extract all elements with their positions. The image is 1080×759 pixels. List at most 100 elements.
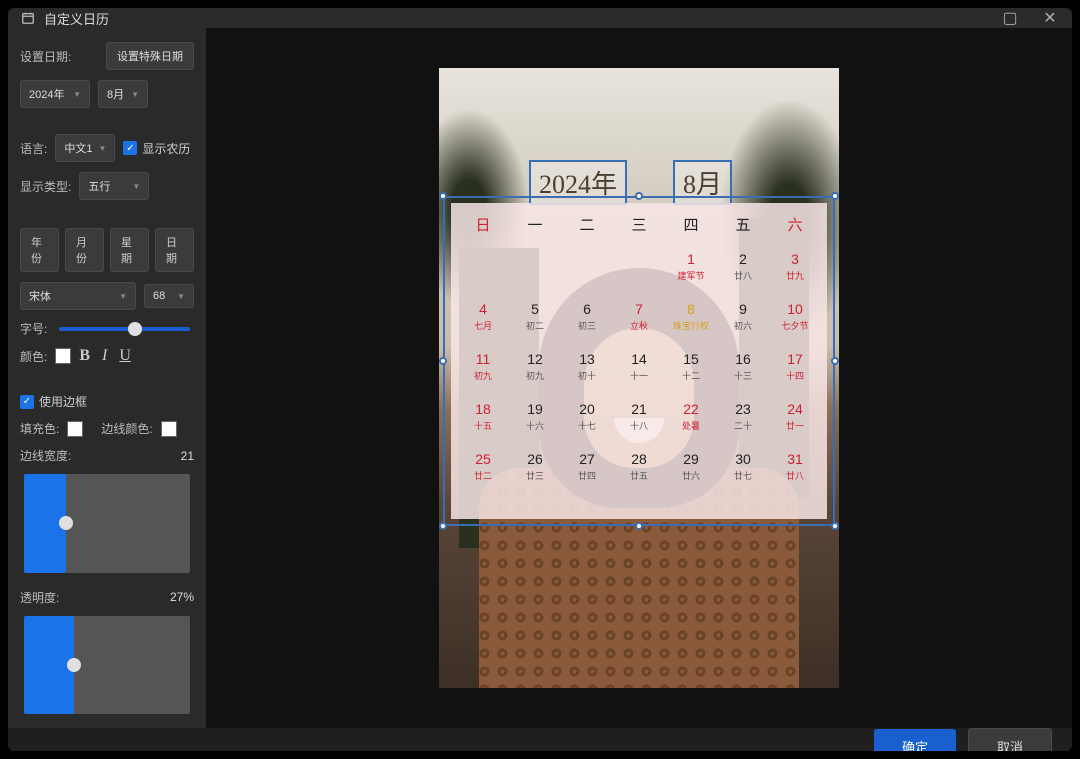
day-sub: 珠宝行权 xyxy=(673,319,709,332)
border-width-slider[interactable] xyxy=(24,474,190,573)
day-sub: 十四 xyxy=(786,369,804,382)
calendar-cell: 11 初九 xyxy=(457,341,509,391)
special-date-button[interactable]: 设置特殊日期 xyxy=(106,42,194,70)
app-window: 自定义日历 ▢ ✕ 设置日期: 设置特殊日期 2024年▼ 8月▼ 语言: 中文… xyxy=(8,8,1072,751)
chevron-down-icon: ▼ xyxy=(132,182,140,191)
month-select[interactable]: 8月▼ xyxy=(98,80,148,108)
day-sub: 廿二 xyxy=(474,469,492,482)
day-sub: 廿一 xyxy=(786,419,804,432)
calendar-cell: 21十八 xyxy=(613,391,665,441)
chevron-down-icon: ▼ xyxy=(73,90,81,99)
day-number: 19 xyxy=(527,401,543,417)
calendar-cell xyxy=(509,241,561,291)
display-type-select[interactable]: 五行▼ xyxy=(79,172,149,200)
resize-handle[interactable] xyxy=(439,357,447,365)
bold-button[interactable]: B xyxy=(79,347,90,365)
weekday-header: 四 xyxy=(665,208,717,241)
day-number: 29 xyxy=(683,451,699,467)
use-border-checkbox[interactable]: ✓使用边框 xyxy=(20,393,194,410)
fontsize-select[interactable]: 68▼ xyxy=(144,284,194,308)
fill-color-swatch[interactable] xyxy=(67,421,83,437)
opacity-value: 27% xyxy=(166,590,194,604)
resize-handle[interactable] xyxy=(439,192,447,200)
calendar-cell: 20 十七 xyxy=(561,391,613,441)
resize-handle[interactable] xyxy=(635,192,643,200)
calendar-cell: 26廿三 xyxy=(509,441,561,491)
border-width-label: 边线宽度: xyxy=(20,447,71,464)
day-number: 17 xyxy=(787,351,803,367)
maximize-icon[interactable]: ▢ xyxy=(1000,8,1020,28)
day-sub: 十六 xyxy=(526,419,544,432)
day-number: 6 xyxy=(583,301,591,317)
day-number: 4 xyxy=(479,301,487,317)
calendar-cell: 16十三 xyxy=(717,341,769,391)
font-color-swatch[interactable] xyxy=(55,348,71,364)
day-sub: 二十 xyxy=(734,419,752,432)
calendar-cell: 22处暑 xyxy=(665,391,717,441)
cancel-button[interactable]: 取消 xyxy=(968,728,1052,751)
day-number: 18 xyxy=(475,401,491,417)
day-number: 11 xyxy=(476,351,491,367)
preview-area: 2024年 8月 日一二三四五六 1建军节2廿八3廿九4七月5初二6初三7立秋8… xyxy=(206,28,1072,728)
language-select[interactable]: 中文1▼ xyxy=(55,134,115,162)
show-lunar-checkbox[interactable]: ✓显示农历 xyxy=(123,140,190,157)
day-sub: 初三 xyxy=(578,319,596,332)
day-number: 1 xyxy=(687,251,695,267)
day-number: 8 xyxy=(687,301,695,317)
day-sub: 初九 xyxy=(526,369,544,382)
ok-button[interactable]: 确定 xyxy=(874,729,956,751)
calendar-cell: 6 初三 xyxy=(561,291,613,341)
day-sub: 初九 xyxy=(474,369,492,382)
day-number: 16 xyxy=(735,351,751,367)
opacity-slider[interactable] xyxy=(24,616,190,715)
day-number: 15 xyxy=(683,351,699,367)
year-select[interactable]: 2024年▼ xyxy=(20,80,90,108)
day-number: 25 xyxy=(475,451,491,467)
day-sub: 七夕节 xyxy=(781,319,808,332)
day-sub: 初六 xyxy=(734,319,752,332)
tab-day[interactable]: 日期 xyxy=(155,228,194,272)
day-sub: 廿九 xyxy=(786,269,804,282)
resize-handle[interactable] xyxy=(635,522,643,530)
day-number: 20 xyxy=(579,401,595,417)
day-number: 23 xyxy=(735,401,751,417)
close-icon[interactable]: ✕ xyxy=(1040,8,1060,28)
day-sub: 处暑 xyxy=(682,419,700,432)
calendar-cell: 24廿一 xyxy=(769,391,821,441)
day-sub: 廿八 xyxy=(734,269,752,282)
italic-button[interactable]: I xyxy=(102,347,107,365)
day-sub: 十七 xyxy=(578,419,596,432)
fontsize-label: 字号: xyxy=(20,320,47,337)
border-color-swatch[interactable] xyxy=(161,421,177,437)
weekday-header: 六 xyxy=(769,208,821,241)
fontsize-slider[interactable] xyxy=(59,327,190,331)
day-sub: 建军节 xyxy=(677,269,704,282)
calendar-cell: 29廿六 xyxy=(665,441,717,491)
weekday-header: 三 xyxy=(613,208,665,241)
tab-week[interactable]: 星期 xyxy=(110,228,149,272)
tab-month[interactable]: 月份 xyxy=(65,228,104,272)
day-sub: 十一 xyxy=(630,369,648,382)
calendar-canvas[interactable]: 2024年 8月 日一二三四五六 1建军节2廿八3廿九4七月5初二6初三7立秋8… xyxy=(439,68,839,688)
day-sub: 十八 xyxy=(630,419,648,432)
chevron-down-icon: ▼ xyxy=(119,292,127,301)
calendar-cell: 12 初九 xyxy=(509,341,561,391)
calendar-cell: 23 二十 xyxy=(717,391,769,441)
resize-handle[interactable] xyxy=(831,522,839,530)
calendar-cell: 4七月 xyxy=(457,291,509,341)
underline-button[interactable]: U xyxy=(119,347,131,365)
resize-handle[interactable] xyxy=(831,357,839,365)
day-number: 27 xyxy=(579,451,595,467)
day-number: 12 xyxy=(527,351,543,367)
font-select[interactable]: 宋体▼ xyxy=(20,282,136,310)
sidebar: 设置日期: 设置特殊日期 2024年▼ 8月▼ 语言: 中文1▼ ✓显示农历 显… xyxy=(8,28,206,728)
tab-year[interactable]: 年份 xyxy=(20,228,59,272)
day-number: 2 xyxy=(739,251,747,267)
day-sub: 廿八 xyxy=(786,469,804,482)
set-date-label: 设置日期: xyxy=(20,48,71,65)
border-color-label: 边线颜色: xyxy=(101,420,152,437)
resize-handle[interactable] xyxy=(439,522,447,530)
resize-handle[interactable] xyxy=(831,192,839,200)
style-tabs: 年份 月份 星期 日期 xyxy=(20,228,194,272)
calendar-cell xyxy=(457,241,509,291)
